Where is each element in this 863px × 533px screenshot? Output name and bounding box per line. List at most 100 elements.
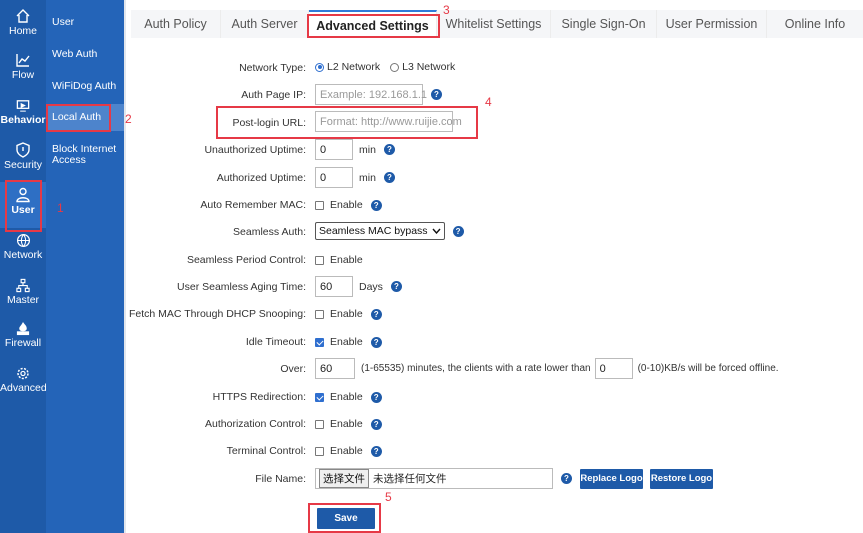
step-marker: 1	[57, 201, 64, 215]
chevron-down-icon	[432, 228, 441, 234]
auto-remember-mac-label: Auto Remember MAC:	[200, 199, 306, 211]
rail-label: Home	[8, 25, 37, 37]
step-marker: 2	[125, 112, 132, 126]
unit-text: min	[359, 143, 376, 156]
firewall-icon	[16, 321, 30, 336]
help-icon[interactable]: ?	[383, 172, 395, 183]
no-file-text: 未选择任何文件	[373, 473, 447, 485]
help-icon[interactable]: ?	[370, 199, 382, 211]
rail-item-firewall[interactable]: Firewall	[0, 321, 46, 349]
network-type-l3-radio[interactable]	[390, 62, 400, 72]
step-marker: 3	[443, 3, 450, 17]
over-rate-input[interactable]: 0	[594, 358, 633, 379]
highlight-box	[307, 14, 440, 38]
unauthorized-uptime-label: Unauthorized Uptime:	[204, 144, 306, 156]
file-name-control: 选择文件 未选择任何文件 ? Replace Logo Restore Logo	[315, 468, 713, 489]
network-type-l2-text: L2 Network	[327, 61, 381, 73]
network-type-control: L2 Network L3 Network	[315, 61, 455, 73]
seamless-period-control-control: Enable	[315, 254, 363, 266]
help-icon[interactable]: ?	[370, 391, 382, 403]
rail-item-security[interactable]: Security	[0, 142, 46, 178]
help-icon[interactable]: ?	[370, 418, 382, 430]
terminal-control-checkbox[interactable]	[315, 446, 324, 456]
home-icon	[16, 9, 30, 23]
sub-item-web-auth[interactable]: Web Auth	[46, 49, 124, 60]
auth-page-ip-placeholder: Example: 192.168.1.1	[320, 88, 428, 101]
step-marker: 5	[385, 490, 392, 504]
help-icon[interactable]: ?	[390, 281, 402, 292]
help-icon[interactable]: ?	[561, 473, 572, 484]
step-marker: 4	[485, 95, 492, 109]
authorized-uptime-control: 0 min ?	[315, 167, 395, 188]
rail-item-advanced[interactable]: Advanced	[0, 366, 47, 394]
unauthorized-uptime-control: 0 min ?	[315, 139, 395, 160]
rail-item-flow[interactable]: Flow	[0, 52, 46, 88]
network-type-l2-radio[interactable]	[315, 62, 324, 72]
chart-line-icon	[16, 54, 30, 67]
terminal-control-label: Terminal Control:	[226, 445, 306, 457]
file-input[interactable]: 选择文件 未选择任何文件	[315, 468, 553, 489]
highlight-box	[216, 106, 478, 139]
enable-text: Enable	[330, 391, 363, 403]
auto-remember-mac-control: Enable ?	[315, 199, 382, 211]
user-seamless-aging-time-input[interactable]: 60	[315, 276, 353, 297]
fetch-mac-dhcp-checkbox[interactable]	[315, 309, 324, 319]
idle-timeout-checkbox[interactable]	[315, 337, 324, 347]
seamless-period-control-label: Seamless Period Control:	[186, 254, 306, 266]
rail-label: Behavior	[0, 114, 46, 126]
authorized-uptime-label: Authorized Uptime:	[216, 172, 306, 184]
auth-page-ip-label: Auth Page IP:	[241, 89, 306, 101]
highlight-box	[5, 180, 42, 232]
help-icon[interactable]: ?	[383, 144, 395, 155]
enable-text: Enable	[330, 254, 363, 266]
rail-label: Flow	[11, 69, 35, 81]
rail-item-network[interactable]: Network	[0, 233, 46, 261]
behavior-icon	[16, 100, 30, 112]
over-middle-text: (1-65535) minutes, the clients with a ra…	[361, 363, 591, 374]
seamless-auth-select[interactable]: Seamless MAC bypass	[315, 222, 445, 240]
seamless-auth-label: Seamless Auth:	[233, 226, 306, 238]
rail-item-master[interactable]: Master	[0, 278, 46, 306]
highlight-box	[46, 104, 111, 132]
sub-nav: User Web Auth WiFiDog Auth Local Auth Bl…	[46, 0, 124, 533]
over-control: 60 (1-65535) minutes, the clients with a…	[315, 358, 779, 379]
auth-page-ip-control: Example: 192.168.1.1 ?	[315, 84, 442, 105]
help-icon[interactable]: ?	[370, 445, 382, 457]
rail-item-home[interactable]: Home	[0, 8, 46, 44]
https-redirection-checkbox[interactable]	[315, 392, 324, 402]
seamless-period-control-checkbox[interactable]	[315, 255, 324, 265]
over-minutes-input[interactable]: 60	[315, 358, 355, 379]
sub-item-block-internet-access[interactable]: Block Internet Access	[46, 144, 120, 166]
seamless-auth-control: Seamless MAC bypass ?	[315, 222, 464, 240]
rail-label: Security	[4, 159, 42, 171]
help-icon[interactable]: ?	[452, 225, 464, 237]
authorization-control-checkbox[interactable]	[315, 419, 324, 429]
authorization-control-control: Enable ?	[315, 418, 382, 430]
unit-text: Days	[359, 280, 383, 293]
idle-timeout-label: Idle Timeout:	[245, 336, 306, 348]
sub-item-wifidog-auth[interactable]: WiFiDog Auth	[46, 81, 124, 92]
authorized-uptime-input[interactable]: 0	[315, 167, 353, 188]
auto-remember-mac-checkbox[interactable]	[315, 200, 324, 210]
auth-page-ip-input[interactable]: Example: 192.168.1.1	[315, 84, 427, 105]
help-icon[interactable]: ?	[370, 308, 382, 320]
rail-item-behavior[interactable]: Behavior	[0, 98, 46, 132]
gear-icon	[17, 367, 29, 380]
authorization-control-label: Authorization Control:	[205, 418, 306, 430]
enable-text: Enable	[330, 418, 363, 430]
unauthorized-uptime-input[interactable]: 0	[315, 139, 353, 160]
terminal-control-control: Enable ?	[315, 445, 382, 457]
user-seamless-aging-time-control: 60 Days ?	[315, 276, 402, 297]
help-icon[interactable]: ?	[431, 89, 442, 100]
restore-logo-button[interactable]: Restore Logo	[650, 468, 713, 489]
rail-label: Firewall	[4, 337, 42, 349]
network-type-label: Network Type:	[239, 62, 306, 74]
main-nav-rail: Home Flow Behavior Security User Network…	[0, 0, 47, 533]
choose-file-button[interactable]: 选择文件	[319, 469, 369, 488]
shield-icon	[16, 142, 30, 158]
divider	[124, 0, 126, 533]
org-chart-icon	[16, 278, 30, 293]
sub-item-user[interactable]: User	[46, 17, 124, 28]
replace-logo-button[interactable]: Replace Logo	[580, 468, 643, 489]
help-icon[interactable]: ?	[370, 336, 382, 348]
